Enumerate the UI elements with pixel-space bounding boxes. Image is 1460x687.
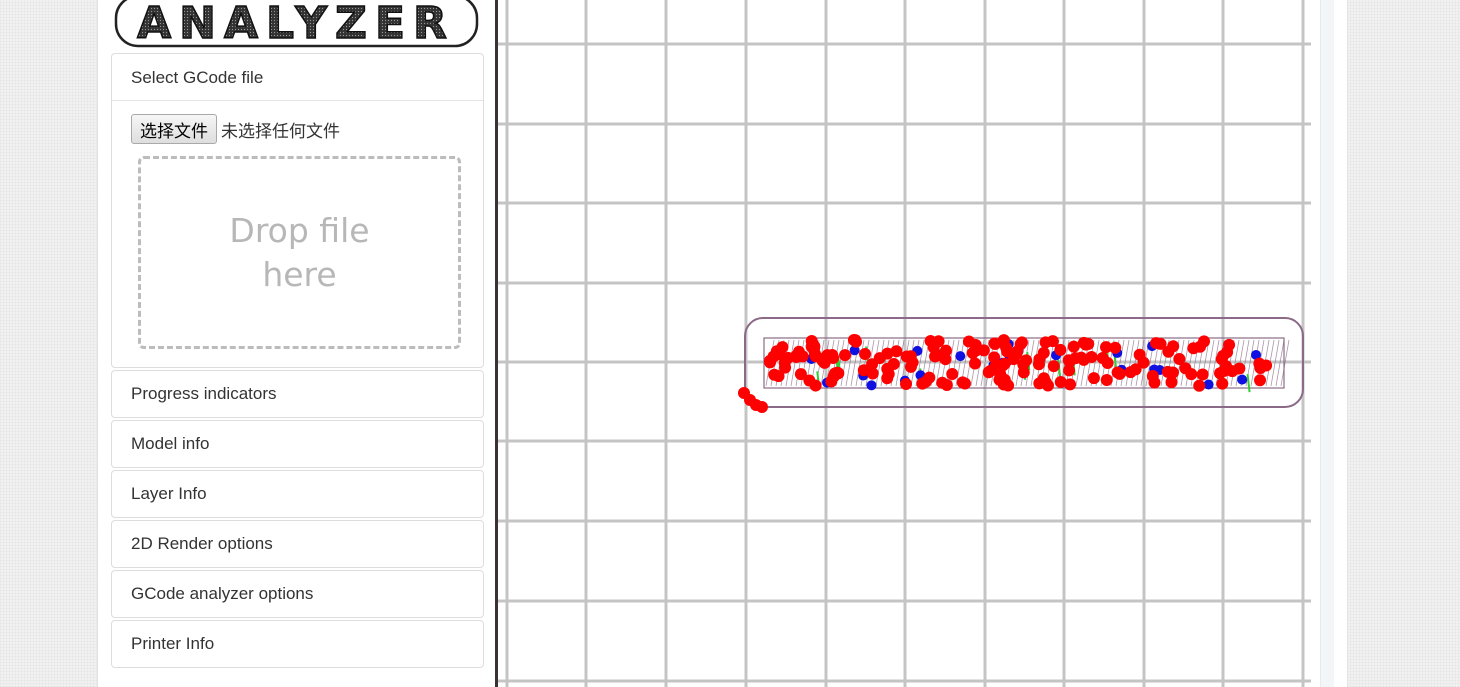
sidebar: ANALYZER Select GCode file 选择文件 未选择任何文件 … [98,0,496,687]
model-info-panel: Model info [111,420,484,468]
retract-marker [1054,343,1067,356]
retract-marker [1001,345,1014,358]
retract-marker [1196,368,1209,381]
analyzer-options-heading[interactable]: GCode analyzer options [112,571,483,617]
retract-marker [1133,348,1146,361]
retract-marker [764,354,777,367]
gcode-render-canvas[interactable] [498,0,1311,687]
retract-marker [982,366,995,379]
retract-marker [1154,337,1167,350]
retract-marker [1216,377,1229,390]
restart-marker [1203,379,1214,390]
restart-marker [866,380,877,391]
retract-marker [1067,340,1080,353]
retract-marker [1033,377,1046,390]
retract-marker [1032,358,1045,371]
retract-marker [923,371,936,384]
grid [498,0,1311,687]
retract-marker [1161,365,1174,378]
layer-info-panel: Layer Info [111,470,484,518]
retract-marker [1223,338,1236,351]
retract-marker [1109,341,1122,354]
retract-marker [1111,366,1124,379]
retract-marker [1233,362,1246,375]
choose-file-button[interactable]: 选择文件 [131,114,217,144]
retract-marker [1217,349,1230,362]
retract-marker [934,349,947,362]
retract-marker [977,344,990,357]
file-status-text: 未选择任何文件 [221,121,340,142]
render-options-heading[interactable]: 2D Render options [112,521,483,567]
retract-marker [1218,364,1231,377]
retract-marker [805,340,818,353]
model-render [738,317,1304,413]
retract-marker [1077,353,1090,366]
retract-marker [962,335,975,348]
retract-marker [1254,374,1267,387]
render-canvas-area[interactable] [498,0,1311,687]
retract-marker [997,334,1010,347]
retract-marker [900,377,913,390]
restart-marker [955,351,966,362]
retract-marker [778,356,791,369]
retract-marker [859,347,872,360]
retract-marker [1063,364,1076,377]
retract-marker [1198,335,1211,348]
progress-indicators-panel: Progress indicators [111,370,484,418]
select-gcode-body: 选择文件 未选择任何文件 Drop file here [112,101,483,367]
retract-marker [839,349,852,362]
retract-marker [946,368,959,381]
retract-marker [904,360,917,373]
render-options-panel: 2D Render options [111,520,484,568]
layer-info-heading[interactable]: Layer Info [112,471,483,517]
drop-zone-text: Drop file here [229,210,370,294]
retract-marker [1148,376,1161,389]
file-picker: 选择文件 未选择任何文件 [131,114,340,144]
retract-marker [831,366,844,379]
retract-marker [966,347,979,360]
retract-marker [816,354,829,367]
retract-marker [1254,362,1267,375]
select-gcode-panel: Select GCode file 选择文件 未选择任何文件 Drop file… [111,53,484,368]
retract-marker [956,376,969,389]
drop-zone[interactable]: Drop file here [138,156,461,349]
progress-indicators-heading[interactable]: Progress indicators [112,371,483,417]
retract-marker [1054,376,1067,389]
retract-marker [969,357,982,370]
retract-marker [772,370,785,383]
retract-marker [1100,374,1113,387]
retract-marker [940,378,953,391]
retract-marker [1187,342,1200,355]
retract-marker [1047,360,1060,373]
app-container: ANALYZER Select GCode file 选择文件 未选择任何文件 … [97,0,1348,687]
printer-info-panel: Printer Info [111,620,484,668]
retract-marker [849,334,862,347]
retract-marker [1193,379,1206,392]
retract-marker [1039,336,1052,349]
retract-marker [794,368,807,381]
select-gcode-heading[interactable]: Select GCode file [112,54,483,101]
move-line [1246,373,1251,393]
logo-text: ANALYZER [137,0,455,48]
printer-info-heading[interactable]: Printer Info [112,621,483,667]
retract-marker [1179,362,1192,375]
retract-marker [1087,372,1100,385]
retract-marker [792,345,805,358]
retract-marker [890,345,903,358]
analyzer-logo: ANALYZER [114,0,479,48]
retract-marker [866,367,879,380]
model-info-heading[interactable]: Model info [112,421,483,467]
retract-marker [1037,346,1050,359]
scrollbar-track[interactable] [1320,0,1334,687]
retract-marker [904,350,917,363]
retract-marker [1014,338,1027,351]
analyzer-options-panel: GCode analyzer options [111,570,484,618]
restart-marker [1237,374,1248,385]
retract-marker [1017,358,1030,371]
retract-marker [998,373,1011,386]
retract-marker [1096,352,1109,365]
retract-marker [756,401,768,413]
retract-marker [887,358,900,371]
